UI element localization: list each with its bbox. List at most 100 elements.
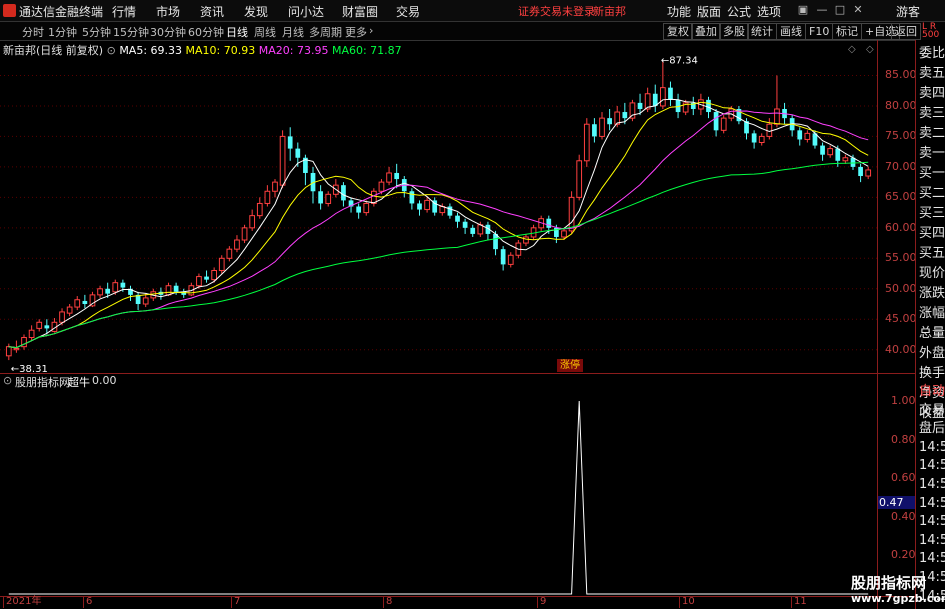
axis-divider [877,40,878,609]
indicator-chart[interactable] [0,388,877,596]
candle-body [211,269,218,281]
price-tick-label: 70.00 [885,159,917,173]
side-panel-item[interactable]: 涨幅 [919,307,945,321]
stats-button[interactable]: 统计 [747,23,777,40]
candle-body [325,193,332,204]
side-panel-item[interactable]: 盘后 [919,422,945,436]
side-panel-item[interactable]: 买二 [919,187,945,201]
side-panel-item[interactable]: 14:56 [919,478,945,492]
candle-body [386,172,392,183]
price-tick-label: 50.00 [885,281,917,295]
side-panel-item[interactable]: 14:56 [919,515,945,529]
side-panel-item[interactable]: 买五 [919,247,945,261]
side-panel-item[interactable]: 换手 [919,367,945,381]
candle-body [295,148,301,158]
period-1min[interactable]: 1分钟 [48,24,77,40]
menu-item-layout[interactable]: 版面 [697,3,721,20]
candle-body [523,236,529,244]
low-price-label: ←38.31 [11,364,48,373]
period-weekly[interactable]: 周线 [254,24,276,40]
side-panel-item[interactable]: 自动 [919,385,945,399]
side-panel-item[interactable]: 买四 [919,227,945,241]
back-button[interactable]: 返回 [891,23,921,40]
candle-body [204,276,209,280]
side-panel-item[interactable]: 交易 [919,403,945,418]
side-panel-item[interactable]: 卖四 [919,87,945,101]
skin-icon[interactable]: ▣ [797,4,809,16]
candle-body [5,346,12,357]
maximize-icon[interactable]: □ [834,4,846,16]
period-60min[interactable]: 60分钟 [188,24,224,40]
side-panel-item[interactable]: 14:56 [919,533,945,548]
period-monthly[interactable]: 月线 [282,24,304,40]
candle-body [583,123,590,162]
indicator-settings-icon[interactable]: ⊙ [3,374,12,387]
period-30min[interactable]: 30分钟 [150,24,186,40]
settings-circle-icon[interactable]: ⊙ [107,44,116,57]
side-panel-item[interactable]: 14:56 [919,552,945,566]
diamond-icon[interactable]: ◇ [866,44,874,55]
date-tick-label: 11 [791,596,807,608]
f10-button[interactable]: F10 [805,23,834,40]
watermark-url: www.7gpzb.com [851,592,945,605]
side-panel-item[interactable]: 买一 [919,167,945,181]
side-panel-item[interactable]: 卖一 [919,147,945,161]
menu-item-quotes[interactable]: 行情 [112,3,136,20]
app-logo-icon [3,4,16,17]
close-icon[interactable]: ✕ [852,4,864,16]
period-intraday[interactable]: 分时 [22,24,44,40]
period-multi[interactable]: 多周期 [309,24,342,40]
side-panel-item[interactable]: 卖五 [919,67,945,81]
candlestick-chart[interactable]: ←87.34 ←38.31 ◇ ◇ [0,40,877,373]
side-panel-item[interactable]: 卖二 [919,127,945,141]
period-daily[interactable]: 日线 [226,24,248,40]
side-panel-item[interactable]: 外盘 [919,347,945,361]
candle-body [165,285,172,296]
candle-body [112,282,119,293]
candle-body [59,311,65,323]
more-chevron-icon[interactable]: › [369,24,373,37]
menu-item-formula[interactable]: 公式 [727,3,751,20]
date-tick-label: 10 [679,596,695,608]
candle-body [424,199,430,211]
side-panel-item[interactable]: 14:56 [919,459,945,473]
candle-body [546,218,552,228]
menu-item-options[interactable]: 选项 [757,3,781,20]
candle-body [804,132,811,140]
side-panel-item[interactable]: 涨跌 [919,287,945,301]
corner-tag: L R 500 [922,22,940,40]
ma20-line [8,110,869,349]
mark-button[interactable]: 标记 [832,23,862,40]
menu-item-discover[interactable]: 发现 [244,3,268,20]
period-15min[interactable]: 15分钟 [113,24,149,40]
candle-body [264,190,271,204]
indicator-series-value: 0.00 [92,374,117,387]
side-panel-item[interactable]: 总量 [919,327,945,341]
menu-item-function[interactable]: 功能 [667,3,691,20]
diamond-small-icon[interactable]: ◇ [848,44,856,55]
side-panel-item[interactable]: 委比 [919,47,945,61]
side-panel-item[interactable]: 14:56 [919,440,945,455]
menu-item-wealth[interactable]: 财富圈 [342,3,378,20]
period-more[interactable]: 更多 [345,24,367,40]
side-panel-item[interactable]: 14:56 [919,496,945,511]
login-alert[interactable]: 证券交易未登录 [518,3,595,19]
period-5min[interactable]: 5分钟 [82,24,111,40]
menu-item-trade[interactable]: 交易 [396,3,420,20]
adjust-button[interactable]: 复权 [663,23,693,40]
candle-body [279,135,286,186]
menu-item-news[interactable]: 资讯 [200,3,224,20]
multi-stock-button[interactable]: 多股 [719,23,749,40]
menu-item-market[interactable]: 市场 [156,3,180,20]
side-panel-item[interactable]: 现价 [919,267,945,281]
side-panel-item[interactable]: 买三 [919,207,945,221]
overlay-button[interactable]: 叠加 [691,23,721,40]
minimize-icon[interactable]: — [816,4,828,16]
menu-item-ask[interactable]: 问小达 [288,3,324,20]
user-label[interactable]: 游客 [896,3,920,20]
draw-line-button[interactable]: 画线 [776,23,806,40]
price-gridlines [0,74,877,351]
side-panel-item[interactable]: 卖三 [919,107,945,121]
candle-body [249,215,256,229]
candle-body [500,249,506,265]
